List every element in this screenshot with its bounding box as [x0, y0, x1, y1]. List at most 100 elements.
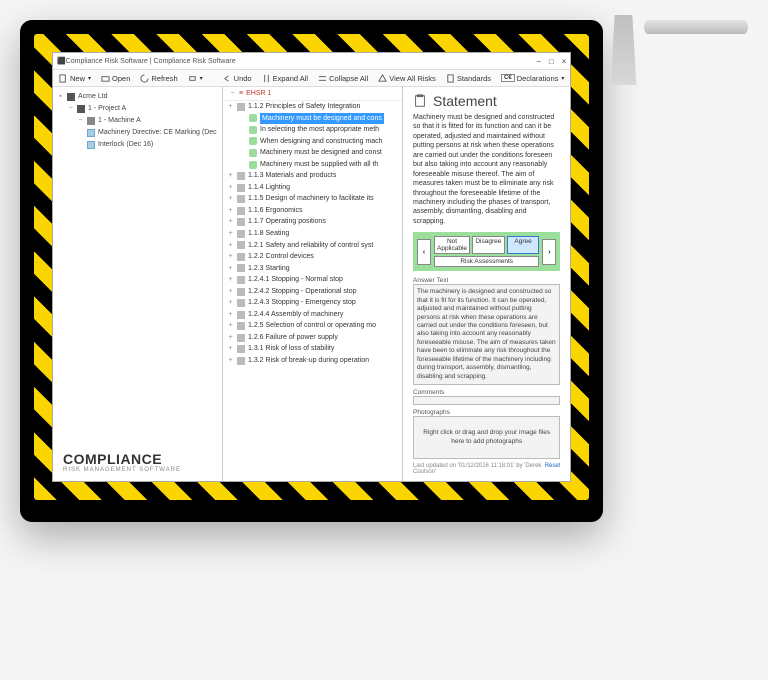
- item-icon: [237, 184, 245, 192]
- tree-directive[interactable]: Machinery Directive: CE Marking (Dec 16): [57, 127, 218, 139]
- ehsr-item[interactable]: Machinery must be supplied with all th: [223, 159, 402, 171]
- comments-box[interactable]: [413, 396, 560, 405]
- item-icon: [237, 253, 245, 261]
- item-icon: [237, 103, 245, 111]
- item-icon: [237, 322, 245, 330]
- brand-logo: COMPLIANCE RISK MANAGEMENT SOFTWARE: [63, 451, 181, 473]
- ehsr-header[interactable]: EHSR 1: [246, 90, 271, 97]
- print-button[interactable]: ▾: [188, 74, 203, 83]
- monitor-stand: [603, 15, 643, 85]
- ehsr-item[interactable]: +1.1.7 Operating positions: [223, 216, 402, 228]
- ehsr-item[interactable]: +1.2.3 Starting: [223, 263, 402, 275]
- title-bar: ⬛ Compliance Risk Software | Compliance …: [53, 53, 570, 69]
- ehsr-tree-panel: −≡EHSR 1 +1.1.2 Principles of Safety Int…: [223, 87, 403, 481]
- undo-button[interactable]: Undo: [223, 74, 252, 83]
- ehsr-item[interactable]: Machinery must be designed and const: [223, 147, 402, 159]
- document-icon: [87, 141, 95, 149]
- ehsr-item[interactable]: +1.2.4.1 Stopping - Normal stop: [223, 274, 402, 286]
- project-tree-panel: ▪Acme Ltd −1 - Project A −1 - Machine A …: [53, 87, 223, 481]
- ehsr-item[interactable]: +1.2.1 Safety and reliability of control…: [223, 240, 402, 252]
- tree-project[interactable]: −1 - Project A: [57, 103, 218, 115]
- item-icon: [237, 357, 245, 365]
- ehsr-item[interactable]: +1.1.2 Principles of Safety Integration: [223, 101, 402, 113]
- photos-label: Photographs: [413, 409, 560, 416]
- item-icon: [237, 264, 245, 272]
- agreement-bar: ‹ Not Applicable Disagree Agree Risk Ass…: [413, 232, 560, 271]
- close-button[interactable]: ×: [562, 57, 567, 66]
- open-button[interactable]: Open: [101, 74, 130, 83]
- ehsr-item[interactable]: +1.2.2 Control devices: [223, 251, 402, 263]
- risk-assessments-button[interactable]: Risk Assessments: [434, 256, 539, 267]
- tree-company[interactable]: ▪Acme Ltd: [57, 91, 218, 103]
- ehsr-item[interactable]: +1.1.6 Ergonomics: [223, 205, 402, 217]
- monitor-base: [644, 20, 748, 34]
- photos-dropzone[interactable]: Right click or drag and drop your image …: [413, 416, 560, 459]
- prev-statement-button[interactable]: ‹: [417, 239, 431, 265]
- document-icon: [87, 129, 95, 137]
- ehsr-item[interactable]: +1.1.5 Design of machinery to facilitate…: [223, 193, 402, 205]
- ehsr-item[interactable]: +1.2.4.4 Assembly of machinery: [223, 309, 402, 321]
- item-icon: [249, 161, 257, 169]
- disagree-button[interactable]: Disagree: [472, 236, 505, 254]
- app-icon: ⬛: [57, 57, 66, 65]
- item-icon: [237, 195, 245, 203]
- folder-icon: [77, 105, 85, 113]
- ehsr-item[interactable]: +1.3.1 Risk of loss of stability: [223, 343, 402, 355]
- expand-all-button[interactable]: Expand All: [262, 74, 308, 83]
- item-icon: [249, 149, 257, 157]
- ehsr-item[interactable]: +1.3.2 Risk of break-up during operation: [223, 355, 402, 367]
- ehsr-item[interactable]: +1.2.4.3 Stopping - Emergency stop: [223, 297, 402, 309]
- reset-link[interactable]: Reset: [545, 463, 561, 475]
- collapse-all-button[interactable]: Collapse All: [318, 74, 368, 83]
- ehsr-item[interactable]: +1.2.6 Failure of power supply: [223, 332, 402, 344]
- ehsr-item[interactable]: +1.1.4 Lighting: [223, 182, 402, 194]
- last-updated: Last updated on '01/12/2016 11:18:01' by…: [413, 463, 545, 475]
- agree-button[interactable]: Agree: [507, 236, 540, 254]
- desktop-wallpaper: ⬛ Compliance Risk Software | Compliance …: [34, 34, 589, 500]
- clipboard-icon: [413, 94, 427, 108]
- ehsr-item[interactable]: In selecting the most appropriate meth: [223, 124, 402, 136]
- ehsr-item[interactable]: When designing and constructing mach: [223, 136, 402, 148]
- ehsr-item[interactable]: +1.1.3 Materials and products: [223, 170, 402, 182]
- ehsr-item[interactable]: +1.2.5 Selection of control or operating…: [223, 320, 402, 332]
- item-icon: [237, 299, 245, 307]
- building-icon: [67, 93, 75, 101]
- tree-machine[interactable]: −1 - Machine A: [57, 115, 218, 127]
- declarations-button[interactable]: C€Declarations▾: [501, 74, 564, 83]
- minimize-button[interactable]: −: [536, 57, 541, 66]
- ehsr-item[interactable]: +1.1.8 Seating: [223, 228, 402, 240]
- not-applicable-button[interactable]: Not Applicable: [434, 236, 470, 254]
- item-icon: [237, 334, 245, 342]
- next-statement-button[interactable]: ›: [542, 239, 556, 265]
- item-icon: [237, 311, 245, 319]
- answer-label: Answer Text: [413, 277, 560, 284]
- tree-interlock[interactable]: Interlock (Dec 16): [57, 139, 218, 151]
- comments-label: Comments: [413, 389, 560, 396]
- statement-text: Machinery must be designed and construct…: [413, 113, 560, 226]
- item-icon: [237, 172, 245, 180]
- item-icon: [237, 345, 245, 353]
- item-icon: [237, 230, 245, 238]
- ce-mark-icon: C€: [501, 74, 515, 82]
- app-window: ⬛ Compliance Risk Software | Compliance …: [52, 52, 571, 482]
- view-all-risks-button[interactable]: View All Risks: [378, 74, 436, 83]
- list-icon: ≡: [239, 90, 243, 97]
- toolbar: New▾ Open Refresh ▾ Undo Expand All Coll…: [53, 69, 570, 87]
- statement-panel: Statement Machinery must be designed and…: [403, 87, 570, 481]
- ehsr-item[interactable]: +1.2.4.2 Stopping - Operational stop: [223, 286, 402, 298]
- item-icon: [237, 276, 245, 284]
- item-icon: [249, 137, 257, 145]
- standards-button[interactable]: Standards: [446, 74, 491, 83]
- panel-title: Statement: [433, 93, 497, 109]
- monitor-frame: ⬛ Compliance Risk Software | Compliance …: [20, 20, 603, 522]
- item-icon: [249, 126, 257, 134]
- item-icon: [249, 114, 257, 122]
- maximize-button[interactable]: □: [549, 57, 554, 66]
- ehsr-item[interactable]: Machinery must be designed and cons: [223, 113, 402, 125]
- window-title: Compliance Risk Software | Compliance Ri…: [66, 58, 536, 65]
- item-icon: [237, 288, 245, 296]
- answer-text-box[interactable]: The machinery is designed and constructe…: [413, 284, 560, 385]
- wrench-icon: [87, 117, 95, 125]
- refresh-button[interactable]: Refresh: [140, 74, 177, 83]
- new-button[interactable]: New▾: [59, 74, 91, 83]
